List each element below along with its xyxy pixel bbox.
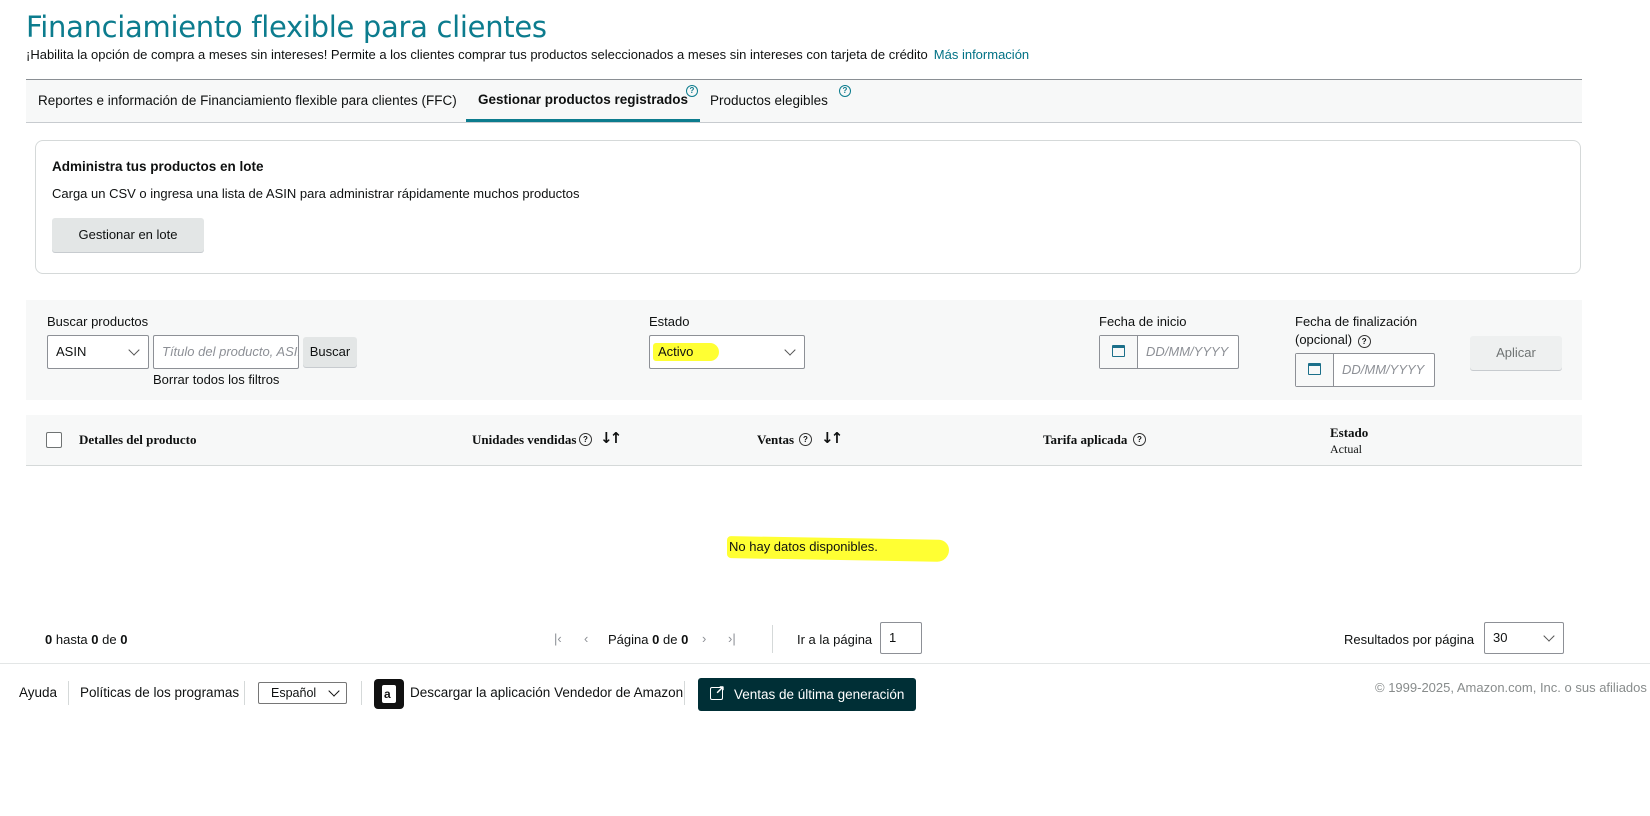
divider — [68, 681, 69, 705]
tab-reports[interactable]: Reportes e información de Financiamiento… — [26, 80, 469, 122]
calendar-box — [1100, 336, 1138, 368]
calendar-icon[interactable] — [1308, 363, 1321, 375]
end-date-field[interactable]: DD/MM/YYYY — [1295, 353, 1435, 387]
column-fee-applied: Tarifa aplicada — [1043, 432, 1128, 447]
sort-icon[interactable]: ↓↑ — [821, 429, 843, 447]
status-value: Activo — [658, 344, 694, 359]
search-input[interactable]: Título del producto, ASIN — [153, 335, 299, 369]
goto-page-input[interactable]: 1 — [880, 622, 922, 654]
range-to-word: hasta — [55, 632, 88, 647]
footer-divider — [0, 663, 1650, 664]
range-total: 0 — [120, 632, 128, 647]
column-status-sub: Actual — [1330, 442, 1362, 456]
total-pages: 0 — [681, 632, 689, 647]
first-page-icon[interactable]: |‹ — [554, 631, 562, 646]
select-all-checkbox[interactable] — [46, 432, 62, 448]
subtitle-text: ¡Habilita la opción de compra a meses si… — [26, 47, 928, 62]
clear-filters-link[interactable]: Borrar todos los filtros — [153, 372, 279, 387]
amazon-a-icon: a — [384, 687, 391, 701]
start-date-placeholder: DD/MM/YYYY — [1146, 344, 1229, 359]
column-units-sold[interactable]: Unidades vendidas — [472, 432, 576, 448]
help-icon[interactable]: ? — [686, 85, 698, 97]
page-word: Página — [608, 632, 649, 647]
results-range: 0 hasta 0 de 0 — [45, 632, 127, 647]
search-type-value: ASIN — [56, 344, 87, 359]
end-date-label: Fecha de finalización — [1295, 314, 1418, 329]
status-select[interactable]: Activo — [649, 335, 805, 369]
column-status: Estado — [1330, 425, 1369, 440]
table-header: Detalles del producto Unidades vendidas … — [26, 415, 1582, 466]
help-link[interactable]: Ayuda — [19, 685, 57, 700]
filters-panel: Buscar productos ASIN Título del product… — [26, 300, 1582, 400]
batch-title: Administra tus productos en lote — [52, 159, 264, 174]
per-page-label: Resultados por página — [1344, 632, 1475, 647]
column-product-details: Detalles del producto — [79, 432, 197, 447]
amazon-app-icon[interactable]: a — [374, 679, 404, 709]
calendar-icon[interactable] — [1112, 345, 1125, 357]
language-value: Español — [271, 686, 317, 700]
help-icon[interactable]: ? — [1133, 433, 1146, 446]
search-button[interactable]: Buscar — [303, 337, 357, 367]
search-type-select[interactable]: ASIN — [47, 335, 149, 369]
per-page-select[interactable]: 30 — [1484, 622, 1564, 654]
arrow-icon: ↗ — [715, 683, 726, 697]
range-of-word: de — [102, 632, 117, 647]
end-date-placeholder: DD/MM/YYYY — [1342, 362, 1425, 377]
batch-management-card: Administra tus productos en lote Carga u… — [35, 140, 1581, 274]
per-page-value: 30 — [1493, 630, 1508, 645]
range-to: 0 — [91, 632, 99, 647]
tab-manage-registered[interactable]: Gestionar productos registrados — [466, 80, 701, 122]
divider — [772, 625, 773, 653]
next-gen-selling-button[interactable]: ↗ Ventas de última generación — [698, 678, 916, 711]
range-from: 0 — [45, 632, 53, 647]
previous-page-icon[interactable]: ‹ — [584, 631, 588, 646]
sort-icon[interactable]: ↓↑ — [600, 429, 622, 447]
current-page: 0 — [652, 632, 660, 647]
end-date-optional-label: (opcional) ? — [1295, 332, 1371, 348]
tab-eligible-products[interactable]: Productos elegibles — [698, 80, 840, 122]
batch-description: Carga un CSV o ingresa una lista de ASIN… — [52, 186, 580, 201]
page-title: Financiamiento flexible para clientes — [26, 10, 547, 44]
search-label: Buscar productos — [47, 314, 149, 329]
help-icon[interactable]: ? — [839, 85, 851, 97]
next-gen-label: Ventas de última generación — [734, 687, 905, 702]
apply-button[interactable]: Aplicar — [1470, 336, 1562, 370]
chevron-down-icon — [128, 344, 140, 356]
divider — [684, 681, 685, 705]
chevron-down-icon — [784, 344, 796, 356]
next-page-icon[interactable]: › — [702, 631, 706, 646]
start-date-label: Fecha de inicio — [1099, 314, 1187, 329]
page-of-word: de — [662, 632, 678, 647]
chevron-down-icon — [1543, 630, 1555, 642]
more-info-link[interactable]: Más información — [934, 47, 1029, 62]
calendar-box — [1296, 354, 1334, 386]
copyright: © 1999-2025, Amazon.com, Inc. o sus afil… — [1375, 680, 1647, 695]
optional-text: (opcional) — [1295, 332, 1353, 347]
help-icon[interactable]: ? — [1357, 335, 1371, 348]
language-select[interactable]: Español — [258, 682, 347, 704]
last-page-icon[interactable]: ›| — [728, 631, 736, 646]
tab-bar: Reportes e información de Financiamiento… — [26, 79, 1582, 123]
empty-state-message: No hay datos disponibles. — [729, 539, 878, 554]
chevron-down-icon — [328, 685, 340, 697]
page-indicator: Página 0 de 0 — [608, 632, 688, 647]
manage-batch-button[interactable]: Gestionar en lote — [52, 218, 204, 252]
policies-link[interactable]: Políticas de los programas — [80, 685, 239, 700]
help-icon[interactable]: ? — [799, 433, 812, 446]
divider — [361, 681, 362, 705]
download-app-link[interactable]: Descargar la aplicación Vendedor de Amaz… — [410, 685, 683, 700]
column-sales[interactable]: Ventas — [757, 432, 794, 448]
help-icon[interactable]: ? — [579, 433, 592, 446]
start-date-field[interactable]: DD/MM/YYYY — [1099, 335, 1239, 369]
status-label: Estado — [649, 314, 690, 329]
page-subtitle: ¡Habilita la opción de compra a meses si… — [26, 47, 1029, 62]
divider — [244, 681, 245, 705]
goto-page-label: Ir a la página — [797, 632, 873, 647]
